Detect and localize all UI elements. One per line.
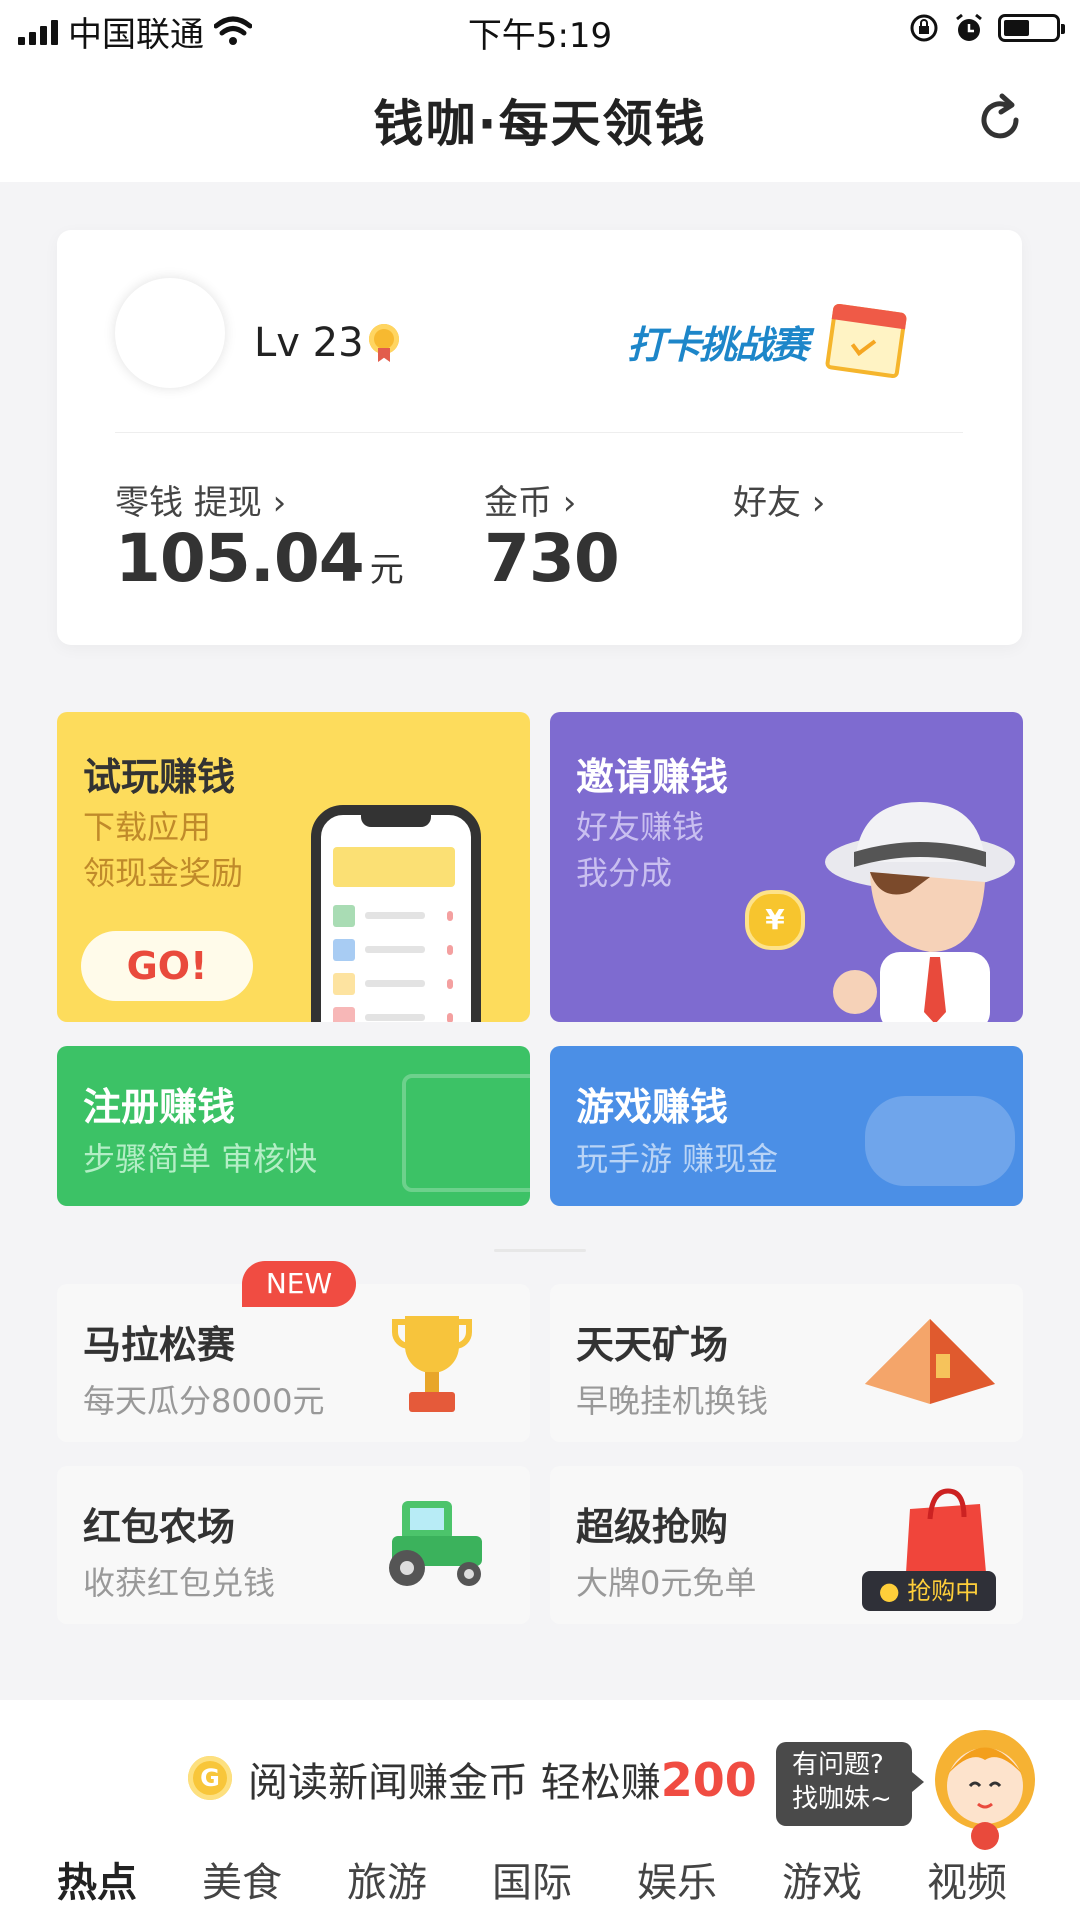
promo-amount: 200 xyxy=(660,1753,757,1807)
mine-tent-icon xyxy=(865,1319,995,1404)
balance-withdraw-link[interactable]: 零钱 提现 › xyxy=(115,475,286,524)
game-earn-tile[interactable]: 游戏赚钱 玩手游 赚现金 xyxy=(550,1046,1023,1206)
customer-service-mascot-icon[interactable] xyxy=(930,1720,1040,1850)
friends-link[interactable]: 好友 › xyxy=(733,475,825,524)
divider xyxy=(494,1249,586,1252)
go-button[interactable]: GO! xyxy=(81,931,253,1001)
medal-icon xyxy=(369,324,399,354)
help-line: 有问题? xyxy=(792,1750,884,1780)
divider xyxy=(115,432,963,433)
tile-sub: 每天瓜分8000元 xyxy=(83,1382,325,1420)
tab-food[interactable]: 美食 xyxy=(202,1850,282,1908)
tab-entertainment[interactable]: 娱乐 xyxy=(637,1850,717,1908)
tile-title: 试玩赚钱 xyxy=(83,755,236,799)
calendar-icon xyxy=(824,303,908,379)
alarm-icon xyxy=(956,13,982,41)
gamepad-icon xyxy=(865,1096,1015,1186)
battery-icon xyxy=(998,14,1065,42)
help-line: 找咖妹~ xyxy=(792,1784,892,1814)
refresh-icon[interactable] xyxy=(970,90,1030,150)
trial-earn-tile[interactable]: 试玩赚钱 下载应用 领现金奖励 GO! xyxy=(57,712,530,1022)
marathon-tile[interactable]: 马拉松赛 每天瓜分8000元 xyxy=(57,1284,530,1442)
new-badge: NEW xyxy=(242,1261,356,1307)
page-title: 钱咖·每天领钱 xyxy=(373,95,707,153)
tile-sub: 下载应用 xyxy=(83,808,212,846)
tile-title: 红包农场 xyxy=(83,1505,236,1549)
trophy-icon xyxy=(392,1316,472,1412)
mascot-illustration xyxy=(825,802,1015,1022)
tile-sub: 步骤简单 审核快 xyxy=(83,1140,318,1178)
challenge-label: 打卡挑战赛 xyxy=(627,323,809,367)
user-level: Lv 23 xyxy=(254,320,364,366)
avatar[interactable] xyxy=(115,278,225,388)
tile-sub: 收获红包兑钱 xyxy=(83,1564,276,1602)
flash-sale-badge: ● 抢购中 xyxy=(862,1571,996,1611)
super-flash-sale-tile[interactable]: 超级抢购 大牌0元免单 ● 抢购中 xyxy=(550,1466,1023,1624)
tile-title: 邀请赚钱 xyxy=(576,755,729,799)
daily-mine-tile[interactable]: 天天矿场 早晚挂机换钱 xyxy=(550,1284,1023,1442)
tab-travel[interactable]: 旅游 xyxy=(347,1850,427,1908)
tile-sub: 领现金奖励 xyxy=(83,854,244,892)
phone-illustration xyxy=(311,805,481,1022)
news-section: G 阅读新闻赚金币 轻松赚200 有问题? 找咖妹~ 热点 美食 旅游 国际 娱… xyxy=(0,1700,1080,1921)
register-earn-tile[interactable]: 注册赚钱 步骤简单 审核快 xyxy=(57,1046,530,1206)
status-right xyxy=(908,12,1065,44)
news-promo[interactable]: 阅读新闻赚金币 轻松赚200 xyxy=(248,1750,757,1808)
tab-hot[interactable]: 热点 xyxy=(57,1850,137,1908)
status-bar: 中国联通 下午5:19 xyxy=(0,0,1080,62)
tile-title: 马拉松赛 xyxy=(83,1323,236,1367)
id-card-icon xyxy=(402,1074,530,1192)
checkin-challenge-banner[interactable]: 打卡挑战赛 xyxy=(627,300,927,390)
coins-value: 730 xyxy=(484,520,620,597)
red-packet-farm-tile[interactable]: 红包农场 收获红包兑钱 xyxy=(57,1466,530,1624)
user-card: Lv 23 打卡挑战赛 零钱 提现 › 105.04 元 金币 › 730 好友 … xyxy=(57,230,1022,645)
tab-games[interactable]: 游戏 xyxy=(782,1850,862,1908)
tractor-icon xyxy=(389,1501,482,1586)
tile-sub: 大牌0元免单 xyxy=(576,1564,757,1602)
tab-video[interactable]: 视频 xyxy=(927,1850,1007,1908)
coins-link[interactable]: 金币 › xyxy=(484,475,576,524)
rotation-lock-icon xyxy=(910,14,938,42)
tab-international[interactable]: 国际 xyxy=(492,1850,572,1908)
tile-sub: 玩手游 赚现金 xyxy=(576,1140,779,1178)
gold-coin-icon: G xyxy=(188,1756,232,1800)
tile-sub: 早晚挂机换钱 xyxy=(576,1382,769,1420)
category-tabs: 热点 美食 旅游 国际 娱乐 游戏 视频 xyxy=(0,1850,1080,1910)
tile-sub: 我分成 xyxy=(576,854,673,892)
help-bubble[interactable]: 有问题? 找咖妹~ xyxy=(776,1742,924,1826)
balance-value: 105.04 元 xyxy=(115,520,404,597)
invite-earn-tile[interactable]: 邀请赚钱 好友赚钱 我分成 ¥ xyxy=(550,712,1023,1022)
balance-unit: 元 xyxy=(369,550,404,590)
tile-title: 超级抢购 xyxy=(576,1505,729,1549)
tile-title: 天天矿场 xyxy=(576,1323,729,1367)
tile-title: 游戏赚钱 xyxy=(576,1085,729,1129)
nav-bar: 钱咖·每天领钱 xyxy=(0,62,1080,182)
tile-title: 注册赚钱 xyxy=(83,1085,236,1129)
tile-sub: 好友赚钱 xyxy=(576,808,705,846)
